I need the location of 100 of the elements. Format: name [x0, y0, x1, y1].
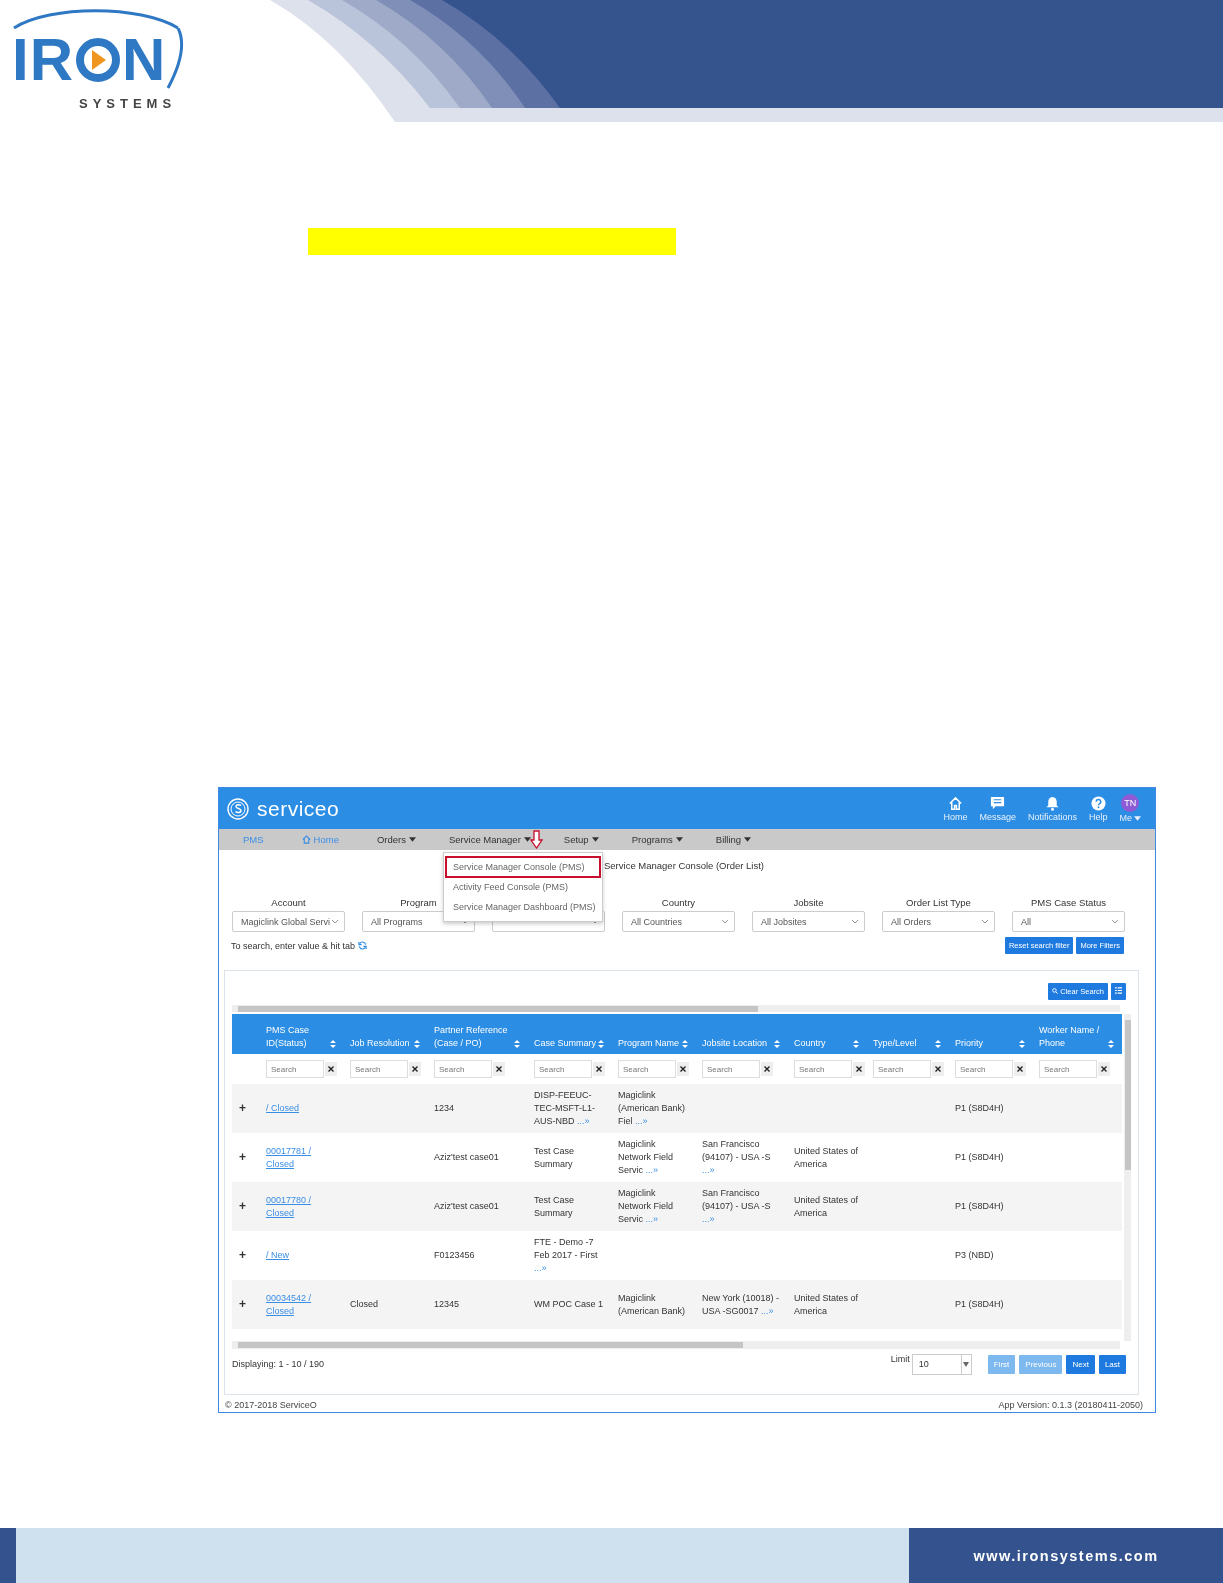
more-link[interactable]: ...» — [702, 1214, 715, 1224]
toolbar-button[interactable]: Message — [973, 795, 1022, 822]
table-cell-text: P1 (S8D4H) — [954, 1151, 1005, 1164]
table-cell-text: United States of America — [793, 1193, 860, 1220]
search-hint: To search, enter value & hit tab — [231, 940, 356, 951]
bell-icon — [1044, 795, 1060, 811]
columns-button[interactable] — [1111, 983, 1126, 1000]
nav-menu[interactable]: Service Manager — [449, 834, 531, 845]
more-link[interactable]: ...» — [702, 1165, 715, 1175]
nav-menu[interactable]: Programs — [631, 834, 683, 845]
more-link[interactable]: ...» — [761, 1305, 774, 1316]
website-text: www.ironsystems.com — [973, 1547, 1159, 1564]
expand-button[interactable]: + — [239, 1198, 246, 1213]
table-cell-text: 12345 — [433, 1298, 461, 1311]
table-cell-text: Aziz'test case01 — [433, 1151, 500, 1164]
more-link[interactable]: ...» — [577, 1116, 590, 1126]
close-icon — [1017, 1066, 1023, 1072]
search-field[interactable]: Search — [434, 1060, 492, 1078]
clear-button[interactable] — [932, 1062, 944, 1076]
column-header[interactable]: Case Summary — [528, 1014, 612, 1050]
nav-menu[interactable]: Billing — [715, 834, 752, 845]
column-header[interactable]: Worker Name / Phone — [1033, 1014, 1122, 1050]
pager-button[interactable]: Last — [1098, 1354, 1126, 1374]
chevron-icon — [721, 918, 729, 925]
toolbar-button[interactable]: Notifications — [1021, 795, 1083, 822]
filter-label: Account — [271, 897, 306, 908]
clear-button[interactable] — [677, 1062, 689, 1076]
menu-item[interactable]: Activity Feed Console (PMS) — [447, 878, 599, 896]
search-field[interactable]: Search — [618, 1060, 676, 1078]
nav-menu[interactable]: Orders — [376, 834, 416, 845]
search-field[interactable]: Search — [794, 1060, 852, 1078]
clear-button[interactable] — [493, 1062, 505, 1076]
table-cell-text: Closed — [349, 1298, 379, 1311]
clear-button[interactable] — [1014, 1062, 1026, 1076]
scrollbar[interactable] — [232, 1005, 1120, 1012]
more-link[interactable]: ...» — [635, 1116, 648, 1126]
table-cell-text: P3 (NBD) — [954, 1249, 995, 1262]
sort-icon — [1108, 1040, 1114, 1048]
column-header[interactable]: Country — [788, 1014, 867, 1050]
pager-button[interactable]: Next — [1066, 1354, 1095, 1374]
column-header[interactable]: Priority — [949, 1014, 1033, 1050]
clear-button[interactable] — [593, 1062, 605, 1076]
expand-button[interactable]: + — [239, 1296, 246, 1311]
search-icon — [1052, 988, 1059, 994]
filter-dropdown[interactable]: Magiclink Global Servi — [232, 911, 345, 932]
home-icon — [947, 795, 963, 811]
scrollbar[interactable] — [232, 1341, 1120, 1349]
nav-link[interactable]: Home — [301, 834, 339, 845]
table-cell-text: 1234 — [433, 1102, 456, 1115]
caret-icon — [675, 837, 683, 842]
search-field[interactable]: Search — [1039, 1060, 1097, 1078]
clear-button[interactable] — [1098, 1062, 1110, 1076]
toolbar-button[interactable]: Help — [1082, 795, 1114, 822]
column-header[interactable]: Job Resolution — [344, 1014, 428, 1050]
column-header[interactable]: Type/Level — [867, 1014, 949, 1050]
more-link[interactable]: ...» — [645, 1165, 659, 1175]
filter-dropdown[interactable]: All Orders — [882, 911, 995, 932]
toolbar-button[interactable]: Home — [937, 795, 974, 822]
column-header[interactable]: Jobsite Location — [696, 1014, 788, 1050]
case-link[interactable]: / Closed — [266, 1102, 300, 1115]
clear-button[interactable] — [325, 1062, 337, 1076]
case-link[interactable]: 00017780 / Closed — [266, 1193, 338, 1220]
clear-button[interactable] — [409, 1062, 421, 1076]
search-field[interactable]: Search — [350, 1060, 408, 1078]
table-cell-text: United States of America — [793, 1291, 860, 1318]
menu-item[interactable]: Service Manager Console (PMS) — [447, 858, 599, 876]
close-icon — [764, 1066, 770, 1072]
filter-dropdown[interactable]: All Jobsites — [752, 911, 865, 932]
search-field[interactable]: Search — [873, 1060, 931, 1078]
search-field[interactable]: Search — [702, 1060, 760, 1078]
sort-icon — [598, 1040, 604, 1048]
table-cell-text: Magiclink (American Bank) Fiel ...» — [617, 1089, 687, 1128]
table-cell-text: P1 (S8D4H) — [954, 1102, 1005, 1115]
column-header[interactable]: Program Name — [612, 1014, 696, 1050]
clear-button[interactable] — [761, 1062, 773, 1076]
more-link[interactable]: ...» — [645, 1214, 659, 1224]
expand-button[interactable]: + — [239, 1100, 246, 1115]
case-link[interactable]: 00034542 / Closed — [266, 1291, 338, 1318]
scrollbar[interactable] — [1124, 1014, 1131, 1341]
refresh-icon[interactable] — [358, 941, 368, 950]
filter-dropdown[interactable]: All Countries — [622, 911, 735, 932]
filter-dropdown[interactable]: All — [1012, 911, 1125, 932]
logo-icon — [227, 797, 249, 820]
nav-menu[interactable]: Setup — [563, 834, 599, 845]
user-menu[interactable]: TN Me — [1113, 794, 1147, 823]
filter-label: Order List Type — [906, 897, 971, 908]
nav-link[interactable]: PMS — [243, 834, 264, 845]
search-field[interactable]: Search — [955, 1060, 1013, 1078]
expand-button[interactable]: + — [239, 1247, 246, 1262]
search-field[interactable]: Search — [266, 1060, 324, 1078]
column-header[interactable]: Partner Reference (Case / PO) — [428, 1014, 528, 1050]
expand-button[interactable]: + — [239, 1149, 246, 1164]
limit-dropdown[interactable]: 10 — [911, 1353, 972, 1375]
case-link[interactable]: / New — [266, 1249, 289, 1262]
column-header[interactable]: PMS Case ID(Status) — [260, 1014, 344, 1050]
case-link[interactable]: 00017781 / Closed — [266, 1144, 338, 1171]
search-field[interactable]: Search — [534, 1060, 592, 1078]
clear-button[interactable] — [853, 1062, 865, 1076]
more-link[interactable]: ...» — [534, 1263, 547, 1273]
close-icon — [328, 1066, 334, 1072]
